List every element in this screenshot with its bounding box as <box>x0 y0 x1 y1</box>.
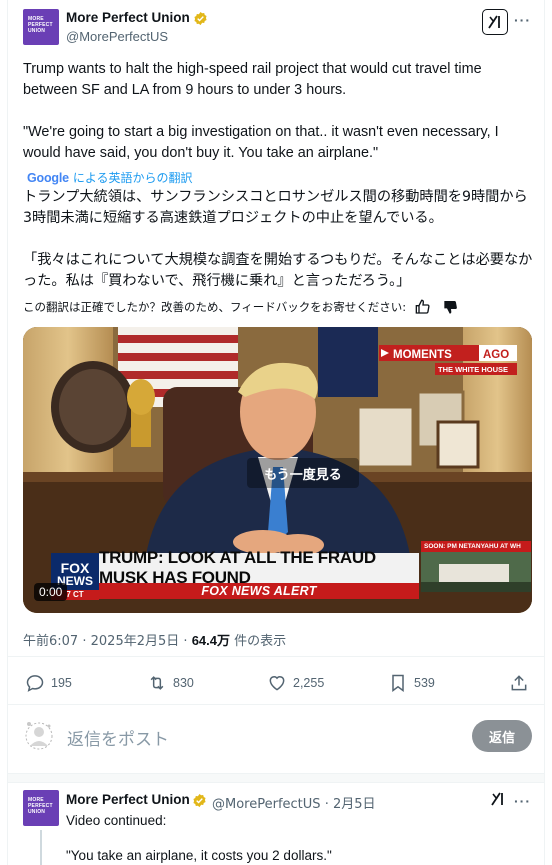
google-logo-text: Google <box>27 170 69 185</box>
section-separator <box>8 773 544 783</box>
divider <box>8 656 544 657</box>
moments-word: MOMENTS <box>393 349 452 361</box>
fox-logo-top: FOX <box>60 560 90 576</box>
thread-line <box>40 830 42 865</box>
translated-text: トランプ大統領は、サンフランシスコとロサンゼルス間の移動時間を9時間から3時間未… <box>23 187 533 313</box>
moments-source: THE WHITE HOUSE <box>438 365 508 374</box>
reply-icon <box>26 675 44 692</box>
reply-input[interactable]: 返信をポスト <box>67 725 169 750</box>
post-date[interactable]: 2025年2月5日 <box>91 634 180 649</box>
translation-source-link[interactable]: Google による英語からの翻訳 <box>27 169 193 186</box>
verified-badge-icon <box>194 11 207 26</box>
repost-icon <box>150 676 164 690</box>
soon-inset: SOON: PM NETANYAHU AT WH <box>421 541 531 601</box>
tweet-meta: 午前6:07 · 2025年2月5日 · 64.4万 件の表示 <box>23 630 286 649</box>
soon-image <box>421 552 531 592</box>
share-action[interactable] <box>509 673 535 693</box>
moments-ago-logo: MOMENTS AGO THE WHITE HOUSE <box>379 345 517 375</box>
avatar-text-line: UNION <box>28 28 46 34</box>
user-avatar[interactable] <box>23 718 55 754</box>
reply-handle[interactable]: @MorePerfectUS <box>212 797 321 812</box>
grok-icon <box>488 15 500 29</box>
grok-icon[interactable] <box>490 791 506 807</box>
meta-separator: · <box>324 797 329 812</box>
tweet-paragraph: Trump wants to halt the high-speed rail … <box>23 61 482 98</box>
view-count: 64.4万 <box>191 633 230 648</box>
author-handle[interactable]: @MorePerfectUS <box>66 29 168 44</box>
replay-button[interactable]: もう一度見る <box>247 458 359 488</box>
meta-separator: · <box>183 634 188 649</box>
author-name[interactable]: More Perfect Union <box>66 10 190 25</box>
reply-quote: "You take an airplane, it costs you 2 do… <box>66 848 332 863</box>
thumbs-down-icon[interactable] <box>443 299 459 315</box>
video-player[interactable]: MOMENTS AGO THE WHITE HOUSE SOON: PM NET… <box>23 327 532 613</box>
like-action[interactable]: 2,255 <box>267 673 324 693</box>
translation-source-label: による英語からの翻訳 <box>72 171 193 185</box>
reply-action[interactable]: 195 <box>25 673 72 693</box>
news-chyron: TRUMP: LOOK AT ALL THE FRAUD MUSK HAS FO… <box>99 548 419 587</box>
thumbs-up-icon[interactable] <box>415 299 431 315</box>
share-icon <box>511 675 527 691</box>
like-count: 2,255 <box>293 676 325 690</box>
reply-text: Video continued: <box>66 813 167 828</box>
reply-author-name[interactable]: More Perfect Union <box>66 792 190 807</box>
grok-button[interactable] <box>482 9 508 35</box>
google-logo: Google <box>27 171 69 185</box>
feedback-prompt: この翻訳は正確でしたか？改善のため、フィードバックをお寄せください: <box>23 300 407 314</box>
ago-word: AGO <box>483 349 509 361</box>
heart-icon <box>269 676 285 691</box>
view-label: 件の表示 <box>234 634 287 649</box>
bookmark-icon <box>392 674 404 692</box>
author-avatar[interactable]: MORE PERFECT UNION <box>23 9 59 45</box>
more-options-icon[interactable]: ··· <box>514 12 531 28</box>
video-time: 0:00 <box>34 583 68 601</box>
translated-paragraph: 「我々はこれについて大規模な調査を開始するつもりだ。そんなことは必要なかった。私… <box>23 252 533 289</box>
reply-author-avatar[interactable]: MORE PERFECT UNION <box>23 790 59 826</box>
divider <box>8 704 544 705</box>
tweet-paragraph: "We're going to start a big investigatio… <box>23 124 499 161</box>
translation-feedback: この翻訳は正確でしたか？改善のため、フィードバックをお寄せください: <box>23 299 459 315</box>
tweet-text: Trump wants to halt the high-speed rail … <box>23 59 533 185</box>
action-bar: 195 830 2,255 539 <box>23 673 533 693</box>
reply-date[interactable]: 2月5日 <box>333 797 376 812</box>
reply-count: 195 <box>51 676 72 690</box>
bookmark-action[interactable]: 539 <box>388 673 435 693</box>
news-alert-bar: FOX NEWS ALERT <box>99 583 419 599</box>
avatar-text-line: UNION <box>28 809 46 815</box>
bookmark-count: 539 <box>414 676 435 690</box>
soon-label: SOON: PM NETANYAHU AT WH <box>421 541 531 552</box>
meta-separator: · <box>82 634 87 649</box>
reply-author-handle-date: @MorePerfectUS · 2月5日 <box>212 793 376 812</box>
more-options-icon[interactable]: ··· <box>514 793 531 809</box>
verified-badge-icon <box>193 793 206 808</box>
post-time[interactable]: 午前6:07 <box>23 634 78 649</box>
repost-count: 830 <box>173 676 194 690</box>
reply-submit-button[interactable]: 返信 <box>472 720 532 752</box>
translated-paragraph: トランプ大統領は、サンフランシスコとロサンゼルス間の移動時間を9時間から3時間未… <box>23 189 528 226</box>
repost-action[interactable]: 830 <box>147 673 194 693</box>
